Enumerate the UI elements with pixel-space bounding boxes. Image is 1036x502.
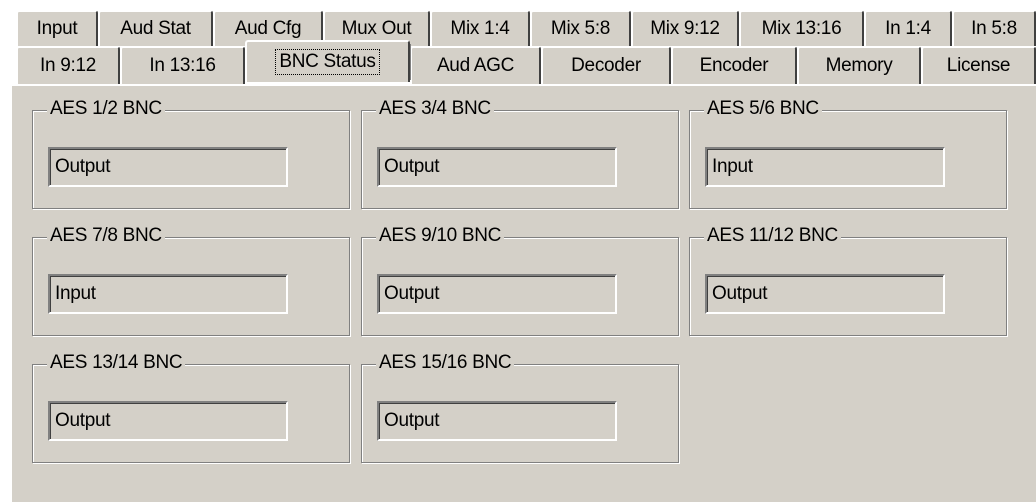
- group-title: AES 5/6 BNC: [704, 98, 822, 120]
- group-title: AES 13/14 BNC: [47, 352, 186, 374]
- tab-row-front: In 9:12 In 13:16 BNC Status Aud AGC Deco…: [16, 40, 1036, 84]
- group-title: AES 1/2 BNC: [47, 98, 165, 120]
- tab-label: Mix 5:8: [550, 18, 611, 39]
- tab-label: BNC Status: [275, 49, 380, 75]
- bnc-direction-field: Output: [377, 147, 617, 187]
- group-title: AES 9/10 BNC: [376, 225, 505, 247]
- tab-mix-13-16[interactable]: Mix 13:16: [739, 10, 865, 46]
- tab-input[interactable]: Input: [16, 10, 99, 46]
- tab-decoder[interactable]: Decoder: [541, 46, 672, 84]
- group-title: AES 3/4 BNC: [376, 98, 494, 120]
- tab-mix-9-12[interactable]: Mix 9:12: [631, 10, 740, 46]
- tab-label: Memory: [825, 55, 893, 76]
- tab-label: Mix 9:12: [650, 18, 720, 39]
- tab-encoder[interactable]: Encoder: [671, 46, 798, 84]
- aes-7-8-bnc-group: AES 7/8 BNC Input: [32, 225, 350, 336]
- tab-label: In 5:8: [971, 18, 1017, 39]
- tab-label: License: [946, 55, 1011, 76]
- tab-label: Aud Cfg: [234, 18, 302, 39]
- aes-9-10-bnc-group: AES 9/10 BNC Output: [361, 225, 679, 336]
- tab-aud-stat[interactable]: Aud Stat: [98, 10, 214, 46]
- tab-in-13-16[interactable]: In 13:16: [120, 46, 246, 84]
- tab-label: Aud AGC: [436, 55, 515, 76]
- tab-label: In 9:12: [39, 55, 96, 76]
- tab-mix-5-8[interactable]: Mix 5:8: [530, 10, 632, 46]
- bnc-direction-field: Output: [377, 401, 617, 441]
- tab-in-9-12[interactable]: In 9:12: [16, 46, 121, 84]
- aes-13-14-bnc-group: AES 13/14 BNC Output: [32, 352, 350, 463]
- aes-5-6-bnc-group: AES 5/6 BNC Input: [689, 98, 1007, 209]
- tab-label: Mux Out: [341, 18, 412, 39]
- tab-in-1-4[interactable]: In 1:4: [864, 10, 953, 46]
- aes-15-16-bnc-group: AES 15/16 BNC Output: [361, 352, 679, 463]
- tab-label: Decoder: [571, 55, 641, 76]
- tab-label: Mix 1:4: [450, 18, 510, 39]
- tab-label: Input: [36, 18, 78, 39]
- bnc-status-panel: AES 1/2 BNC Output AES 3/4 BNC Output AE…: [10, 84, 1036, 502]
- bnc-direction-field: Output: [705, 274, 945, 314]
- tab-aud-agc[interactable]: Aud AGC: [410, 46, 542, 84]
- bnc-direction-field: Output: [48, 147, 288, 187]
- bnc-direction-field: Output: [377, 274, 617, 314]
- bnc-direction-field: Input: [705, 147, 945, 187]
- tab-label: Aud Stat: [120, 18, 191, 39]
- tab-label: In 13:16: [149, 55, 216, 76]
- tab-license[interactable]: License: [921, 46, 1036, 84]
- tab-memory[interactable]: Memory: [797, 46, 922, 84]
- aes-1-2-bnc-group: AES 1/2 BNC Output: [32, 98, 350, 209]
- tab-mix-1-4[interactable]: Mix 1:4: [430, 10, 531, 46]
- group-title: AES 11/12 BNC: [704, 225, 841, 247]
- tab-row-back: Input Aud Stat Aud Cfg Mux Out Mix 1:4 M…: [16, 10, 1036, 46]
- tab-bnc-status[interactable]: BNC Status: [245, 40, 411, 82]
- bnc-direction-field: Input: [48, 274, 288, 314]
- tab-label: Encoder: [699, 55, 769, 76]
- bnc-status-window: Input Aud Stat Aud Cfg Mux Out Mix 1:4 M…: [0, 0, 1036, 502]
- tab-label: Mix 13:16: [761, 18, 842, 39]
- bnc-direction-field: Output: [48, 401, 288, 441]
- aes-3-4-bnc-group: AES 3/4 BNC Output: [361, 98, 679, 209]
- group-title: AES 15/16 BNC: [376, 352, 515, 374]
- aes-11-12-bnc-group: AES 11/12 BNC Output: [689, 225, 1007, 336]
- group-title: AES 7/8 BNC: [47, 225, 165, 247]
- tab-label: In 1:4: [885, 18, 931, 39]
- tab-in-5-8[interactable]: In 5:8: [952, 10, 1036, 46]
